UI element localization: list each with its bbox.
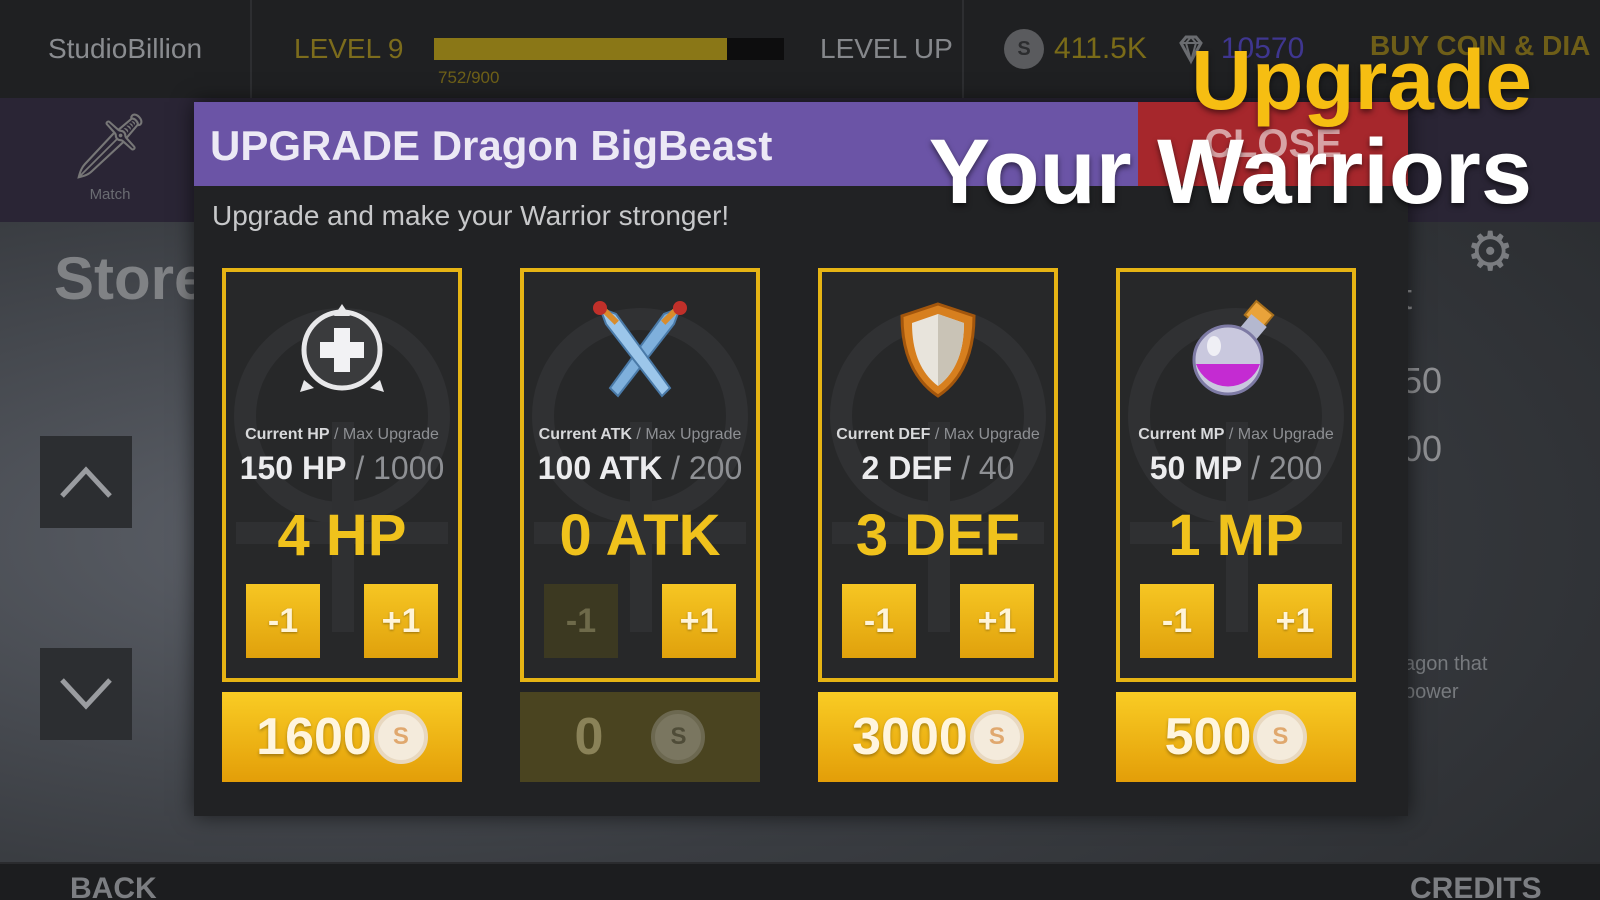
bg-desc-line-1: agon that bbox=[1404, 653, 1488, 675]
increment-button[interactable]: +1 bbox=[960, 584, 1034, 658]
modal-subtitle: Upgrade and make your Warrior stronger! bbox=[212, 200, 730, 231]
settings-gear-icon[interactable]: ⚙ bbox=[1466, 220, 1514, 283]
price: 500 bbox=[1164, 708, 1252, 766]
coin-icon: S bbox=[1004, 29, 1044, 69]
chevron-down-icon bbox=[60, 678, 112, 710]
bg-desc-line-2: power bbox=[1404, 681, 1459, 703]
stat-current-label: Current MP bbox=[1138, 426, 1225, 443]
stat-current-value: 100 ATK bbox=[537, 450, 663, 486]
modal-title: UPGRADE Dragon BigBeast bbox=[210, 122, 773, 169]
promo-headline-line-1: Upgrade bbox=[1191, 33, 1532, 127]
stat-max-label: / Max Upgrade bbox=[636, 426, 742, 443]
stat-max-label: / Max Upgrade bbox=[333, 426, 439, 443]
stat-current-value: 2 DEF bbox=[861, 450, 953, 486]
stat-max-value: / 200 bbox=[1251, 450, 1323, 486]
stat-max-label: / Max Upgrade bbox=[934, 426, 1040, 443]
xp-bar-fill bbox=[434, 38, 727, 60]
level-panel: LEVEL 9 752/900 LEVEL UP bbox=[252, 0, 964, 98]
xp-text: 752/900 bbox=[438, 68, 500, 87]
stat-max-value: / 40 bbox=[961, 450, 1015, 486]
decrement-button[interactable]: -1 bbox=[246, 584, 320, 658]
stat-values: 2 DEF / 40 bbox=[822, 450, 1054, 487]
stat-max-value: / 1000 bbox=[355, 450, 445, 486]
promo-headline-line-2: Your Warriors bbox=[928, 121, 1532, 223]
upgrade-amount: 3 DEF bbox=[855, 503, 1021, 568]
shield-icon bbox=[900, 302, 976, 398]
level-up-button[interactable]: LEVEL UP bbox=[820, 33, 953, 65]
stat-values: 150 HP / 1000 bbox=[226, 450, 458, 487]
bottom-bar: BACK CREDITS bbox=[0, 862, 1600, 900]
upgrade-card-atk: Current ATK / Max Upgrade 100 ATK / 200 … bbox=[520, 268, 760, 682]
stat-current-value: 50 MP bbox=[1149, 450, 1243, 486]
coin-icon: S bbox=[373, 710, 428, 764]
upgrade-amount: 4 HP bbox=[277, 503, 407, 568]
price: 3000 bbox=[852, 708, 968, 766]
upgrade-card-def: Current DEF / Max Upgrade 2 DEF / 40 3 D… bbox=[818, 268, 1058, 682]
stat-current-label: Current ATK bbox=[538, 426, 632, 443]
game-screen: StudioBillion LEVEL 9 752/900 LEVEL UP S… bbox=[0, 0, 1600, 900]
stat-values: 50 MP / 200 bbox=[1120, 450, 1352, 487]
increment-button[interactable]: +1 bbox=[1258, 584, 1332, 658]
stat-labels: Current HP / Max Upgrade bbox=[226, 426, 458, 444]
buy-upgrade-atk-button[interactable]: 0 S bbox=[520, 692, 760, 782]
studio-name: StudioBillion bbox=[0, 0, 252, 98]
stat-current-label: Current HP bbox=[245, 426, 330, 443]
match-label: Match bbox=[89, 186, 131, 203]
price: 1600 bbox=[256, 708, 372, 766]
level-label: LEVEL 9 bbox=[294, 33, 404, 64]
potion-icon bbox=[1192, 299, 1275, 396]
chevron-up-icon bbox=[60, 466, 112, 498]
stat-current-value: 150 HP bbox=[239, 450, 347, 486]
crossed-swords-icon bbox=[593, 301, 687, 398]
stat-max-value: / 200 bbox=[671, 450, 743, 486]
upgrade-card-hp: Current HP / Max Upgrade 150 HP / 1000 4… bbox=[222, 268, 462, 682]
stat-max-label: / Max Upgrade bbox=[1228, 426, 1334, 443]
coin-icon: S bbox=[1253, 710, 1308, 764]
decrement-button[interactable]: -1 bbox=[544, 584, 618, 658]
stat-current-label: Current DEF bbox=[836, 426, 931, 443]
scroll-down-button[interactable] bbox=[40, 648, 132, 740]
sword-icon: 🗡 bbox=[69, 110, 151, 182]
increment-button[interactable]: +1 bbox=[364, 584, 438, 658]
buy-upgrade-mp-button[interactable]: 500 S bbox=[1116, 692, 1356, 782]
match-tab[interactable]: 🗡 Match bbox=[60, 106, 160, 203]
decrement-button[interactable]: -1 bbox=[1140, 584, 1214, 658]
bg-text-2: 50 bbox=[1402, 360, 1443, 401]
store-title: Store bbox=[54, 245, 208, 312]
decrement-button[interactable]: -1 bbox=[842, 584, 916, 658]
stat-labels: Current DEF / Max Upgrade bbox=[822, 426, 1054, 444]
price: 0 bbox=[574, 708, 604, 766]
coin-icon: S bbox=[969, 710, 1024, 764]
upgrade-amount: 1 MP bbox=[1168, 503, 1304, 568]
scroll-up-button[interactable] bbox=[40, 436, 132, 528]
buy-upgrade-hp-button[interactable]: 1600 S bbox=[222, 692, 462, 782]
credits-button[interactable]: CREDITS bbox=[1410, 872, 1542, 900]
upgrade-card-mp: Current MP / Max Upgrade 50 MP / 200 1 M… bbox=[1116, 268, 1356, 682]
increment-button[interactable]: +1 bbox=[662, 584, 736, 658]
health-plus-icon bbox=[300, 304, 384, 392]
coin-icon: S bbox=[651, 710, 706, 764]
stat-labels: Current MP / Max Upgrade bbox=[1120, 426, 1352, 444]
bg-description: agon that power bbox=[1404, 650, 1487, 706]
xp-bar: 752/900 bbox=[434, 38, 784, 87]
stat-values: 100 ATK / 200 bbox=[524, 450, 756, 487]
stat-labels: Current ATK / Max Upgrade bbox=[524, 426, 756, 444]
bg-text-3: 00 bbox=[1402, 428, 1443, 469]
back-button[interactable]: BACK bbox=[70, 872, 157, 900]
upgrade-amount: 0 ATK bbox=[559, 503, 721, 568]
buy-upgrade-def-button[interactable]: 3000 S bbox=[818, 692, 1058, 782]
